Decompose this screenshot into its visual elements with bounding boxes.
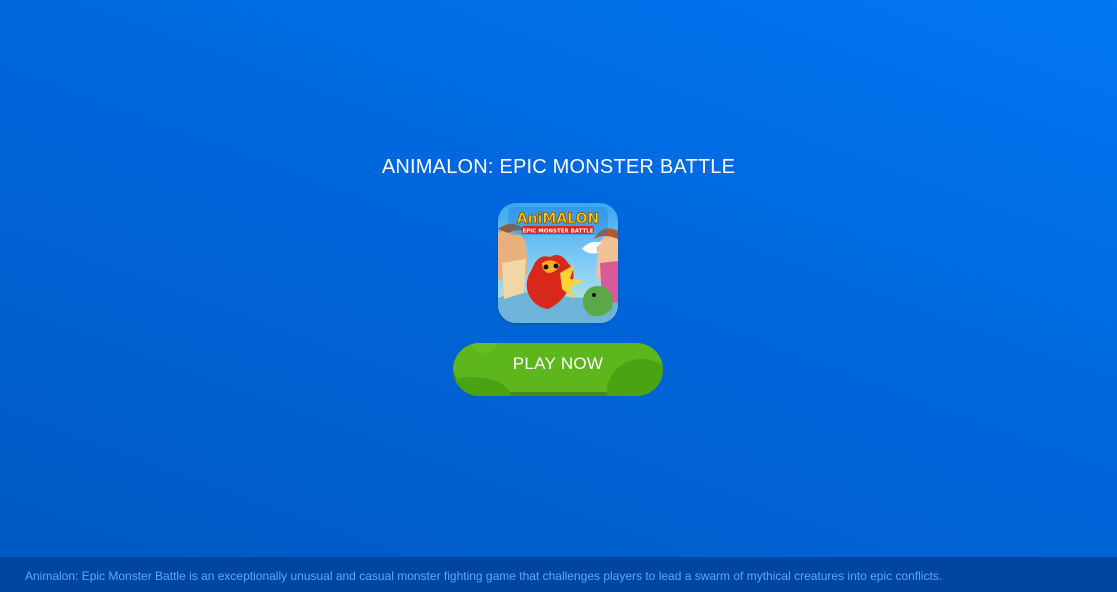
game-thumbnail[interactable]: AniMALON EPIC MONSTER BATTLE <box>498 203 618 323</box>
play-now-label: PLAY NOW <box>512 354 604 373</box>
game-title: ANIMALON: EPIC MONSTER BATTLE <box>381 156 736 178</box>
game-description: Animalon: Epic Monster Battle is an exce… <box>25 569 943 583</box>
footer-bar: Animalon: Epic Monster Battle is an exce… <box>0 557 1117 592</box>
game-landing: ANIMALON: EPIC MONSTER BATTLE AniMALON E… <box>0 0 1117 557</box>
play-now-button[interactable]: PLAY NOW <box>453 343 663 396</box>
game-thumbnail-art: AniMALON EPIC MONSTER BATTLE <box>498 203 618 323</box>
thumbnail-subtitle: EPIC MONSTER BATTLE <box>522 229 593 235</box>
thumbnail-logo: AniMALON <box>517 211 599 227</box>
